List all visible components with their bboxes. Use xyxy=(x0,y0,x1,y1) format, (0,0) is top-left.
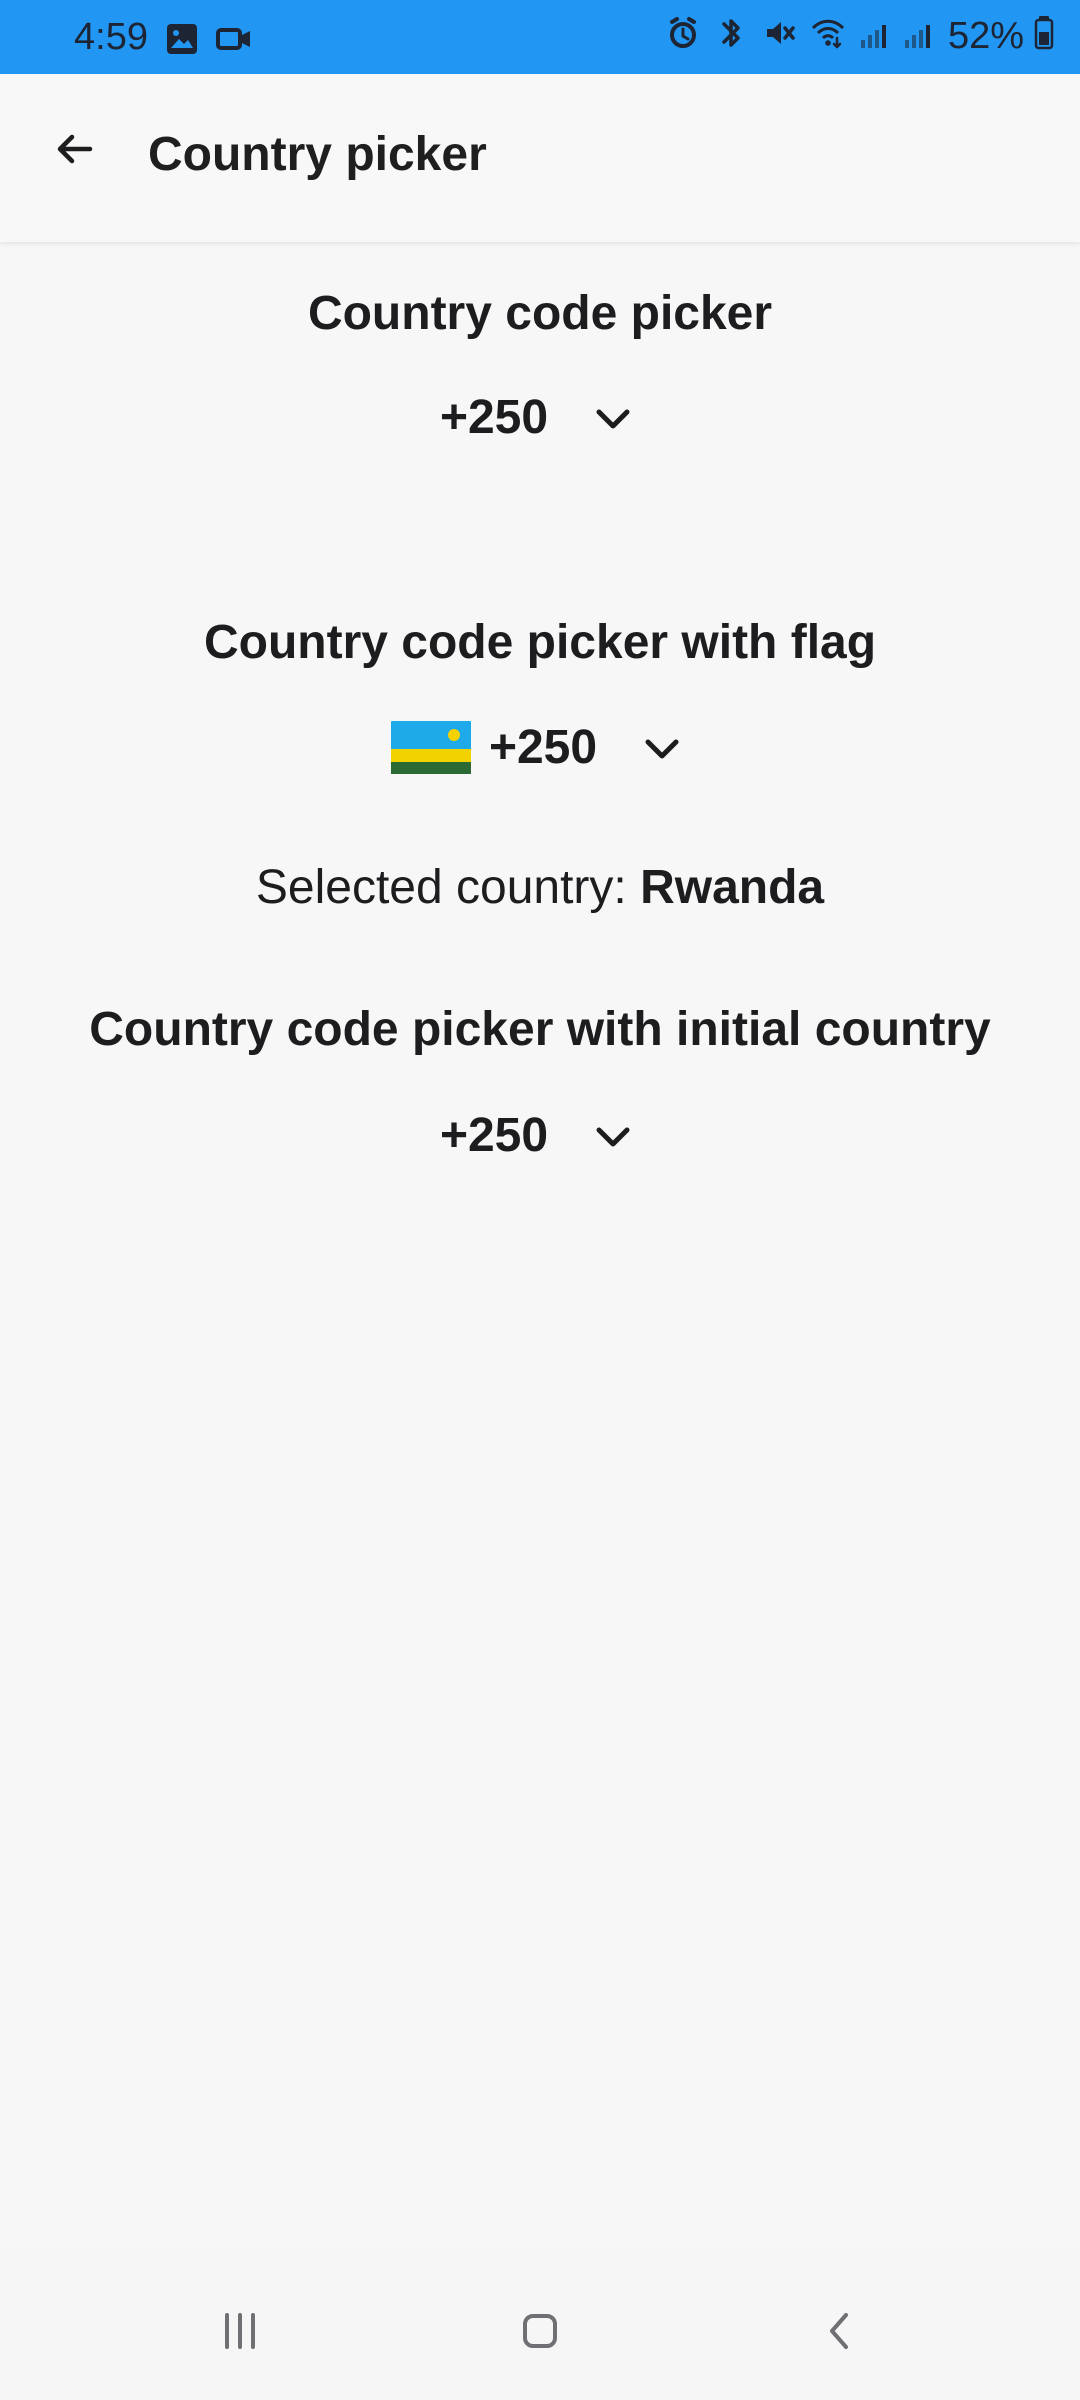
home-button[interactable] xyxy=(505,2298,575,2368)
country-code-picker-with-flag[interactable]: +250 xyxy=(0,720,1080,775)
gallery-icon xyxy=(163,20,201,63)
back-arrow-icon xyxy=(50,125,98,178)
page-title: Country picker xyxy=(148,128,487,181)
country-code-picker[interactable]: +250 xyxy=(0,390,1080,445)
video-camera-icon xyxy=(215,20,253,63)
country-code-picker-initial-country[interactable]: +250 xyxy=(0,1108,1080,1163)
back-icon xyxy=(814,2305,866,2362)
section-title-code-picker-flag: Country code picker with flag xyxy=(203,616,877,669)
status-right-icons: 52% xyxy=(664,14,1054,57)
status-bar: 4:59 52% xyxy=(0,0,1080,74)
selected-country-text: Selected country: Rwanda xyxy=(0,861,1080,915)
country-code-value: +250 xyxy=(439,1109,549,1162)
status-left-icons xyxy=(163,20,253,63)
bluetooth-icon xyxy=(712,14,750,57)
recent-apps-button[interactable] xyxy=(205,2298,275,2368)
back-button[interactable] xyxy=(44,121,104,181)
section-title-code-picker-initial-country: Country code picker with initial country xyxy=(89,1003,991,1056)
battery-percentage: 52% xyxy=(947,14,1024,57)
alarm-icon xyxy=(664,14,702,57)
selected-country-label: Selected country: xyxy=(255,861,627,914)
mute-icon xyxy=(760,14,798,57)
wifi-icon xyxy=(808,14,848,57)
home-icon xyxy=(514,2305,566,2362)
battery-icon xyxy=(1034,14,1054,57)
chevron-down-icon xyxy=(586,1109,640,1163)
system-back-button[interactable] xyxy=(805,2298,875,2368)
recent-apps-icon xyxy=(214,2305,266,2362)
section-title-code-picker: Country code picker xyxy=(307,287,773,340)
country-code-value: +250 xyxy=(488,721,598,774)
country-code-value: +250 xyxy=(439,391,549,444)
navigation-bar xyxy=(0,2250,1080,2400)
chevron-down-icon xyxy=(586,391,640,445)
status-time: 4:59 xyxy=(74,16,148,58)
signal-icon xyxy=(858,14,892,57)
rwanda-flag-icon xyxy=(390,720,471,775)
chevron-down-icon xyxy=(635,721,689,775)
app-bar: Country picker xyxy=(0,74,1080,242)
signal-icon xyxy=(902,14,936,57)
selected-country-value: Rwanda xyxy=(640,861,825,914)
